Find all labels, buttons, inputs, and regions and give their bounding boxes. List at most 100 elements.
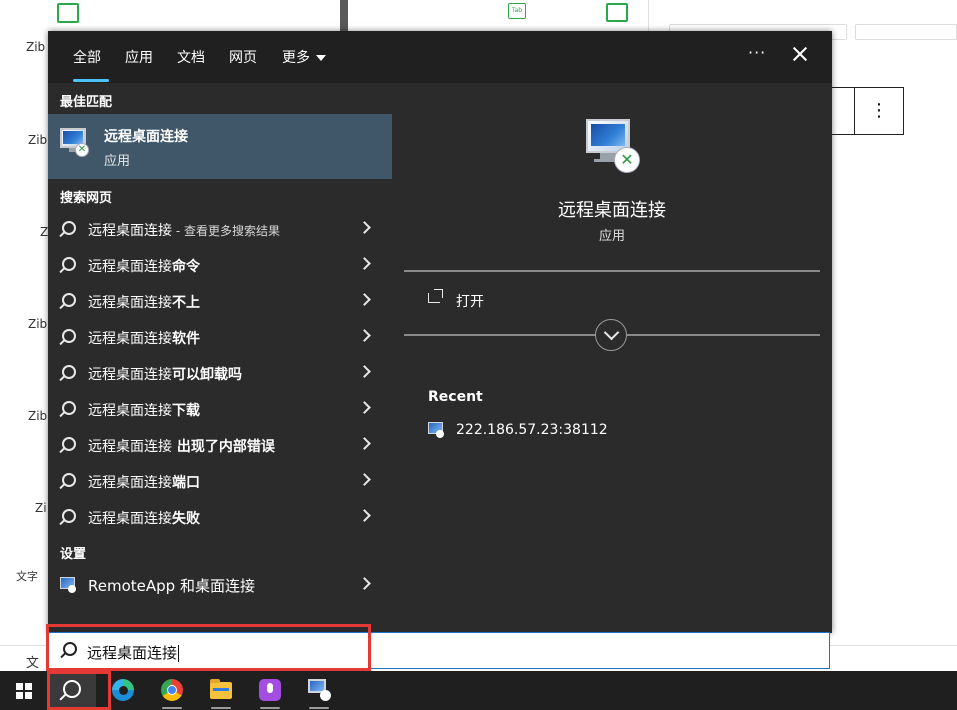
search-icon — [62, 257, 76, 271]
running-indicator — [260, 707, 280, 709]
remote-desktop-icon — [308, 679, 332, 703]
search-icon — [62, 401, 76, 415]
background-label: Zib — [26, 40, 46, 54]
background-input — [855, 24, 957, 40]
chevron-right-icon — [358, 365, 371, 378]
web-result-text: 远程桌面连接端口 — [88, 475, 200, 491]
results-list: 最佳匹配 ✕ 远程桌面连接 应用 搜索网页 远程桌面连接 - 查看更多搜索结果 … — [48, 83, 392, 633]
windows-logo-icon — [16, 683, 32, 699]
background-label: Zib — [28, 133, 48, 147]
chevron-right-icon — [358, 509, 371, 522]
running-indicator — [211, 707, 231, 709]
chevron-right-icon — [358, 221, 371, 234]
settings-result-label: RemoteApp 和桌面连接 — [88, 577, 255, 595]
chevron-right-icon — [358, 401, 371, 414]
tab-file-icon: Tab — [508, 3, 526, 19]
taskbar-voice-recorder[interactable] — [246, 671, 294, 710]
best-match-app-name: 远程桌面连接 — [104, 129, 188, 145]
taskbar-file-explorer[interactable] — [197, 671, 245, 710]
web-result-item[interactable]: 远程桌面连接端口 — [48, 463, 392, 499]
web-result-text: 远程桌面连接命令 — [88, 259, 200, 275]
recent-heading: Recent — [428, 389, 483, 405]
search-icon — [62, 437, 76, 451]
folder-icon — [210, 679, 232, 699]
highlight-box — [46, 624, 371, 671]
web-result-item[interactable]: 远程桌面连接软件 — [48, 319, 392, 355]
preview-divider — [404, 270, 820, 272]
running-indicator — [162, 707, 182, 709]
best-match-item[interactable]: ✕ 远程桌面连接 应用 — [48, 114, 392, 179]
web-result-item[interactable]: 远程桌面连接失败 — [48, 499, 392, 535]
chevron-down-icon — [316, 55, 326, 61]
running-indicator — [309, 707, 329, 709]
taskbar — [0, 671, 957, 710]
background-text-label: 文字 — [16, 570, 38, 583]
close-icon[interactable] — [791, 45, 809, 63]
tab-all[interactable]: 全部 — [73, 47, 101, 67]
chevron-right-icon — [358, 257, 371, 270]
web-result-item[interactable]: 远程桌面连接命令 — [48, 247, 392, 283]
search-flyout: 全部 应用 文档 网页 更多 ··· 最佳匹配 ✕ 远程桌面连接 应用 搜索网页… — [48, 31, 832, 633]
background-label: Zib — [28, 409, 48, 423]
background-label: Z — [40, 225, 49, 239]
web-search-heading: 搜索网页 — [60, 191, 113, 206]
web-result-item[interactable]: 远程桌面连接下载 — [48, 391, 392, 427]
video-file-icon — [606, 3, 628, 22]
remote-desktop-small-icon — [428, 422, 444, 438]
chevron-right-icon — [358, 473, 371, 486]
tab-web[interactable]: 网页 — [229, 47, 257, 67]
best-match-heading: 最佳匹配 — [60, 95, 113, 110]
web-result-text: 远程桌面连接失败 — [88, 511, 200, 527]
preview-app-type: 应用 — [598, 229, 625, 244]
microphone-icon — [259, 679, 281, 701]
taskbar-chrome[interactable] — [148, 671, 196, 710]
highlight-box — [47, 671, 111, 710]
web-result-item[interactable]: 远程桌面连接可以卸载吗 — [48, 355, 392, 391]
search-icon — [62, 365, 76, 379]
search-icon — [62, 221, 76, 235]
web-result-item[interactable]: 远程桌面连接 出现了内部错误 — [48, 427, 392, 463]
open-icon — [428, 289, 443, 303]
background-label: Zib — [28, 317, 48, 331]
settings-heading: 设置 — [60, 547, 87, 562]
taskbar-remote-desktop[interactable] — [295, 671, 343, 710]
tab-apps[interactable]: 应用 — [125, 47, 153, 67]
active-tab-indicator — [73, 79, 109, 82]
tab-more-label: 更多 — [282, 50, 310, 66]
search-icon — [62, 329, 76, 343]
search-icon — [62, 473, 76, 487]
best-match-app-type: 应用 — [104, 154, 131, 169]
chevron-right-icon — [358, 293, 371, 306]
more-vertical-icon[interactable]: ⋮ — [854, 87, 904, 135]
background-bottom-label: 文 — [26, 656, 40, 671]
tab-more[interactable]: 更多 — [282, 47, 326, 67]
settings-result-item[interactable]: RemoteApp 和桌面连接 — [48, 567, 392, 603]
chevron-right-icon — [358, 577, 371, 590]
preview-app-name: 远程桌面连接 — [558, 200, 666, 221]
web-result-text: 远程桌面连接可以卸载吗 — [88, 367, 242, 383]
start-button[interactable] — [0, 671, 48, 710]
more-options-button[interactable]: ··· — [748, 43, 766, 62]
remoteapp-icon — [60, 577, 76, 593]
open-label: 打开 — [456, 294, 484, 310]
remote-desktop-large-icon: ✕ — [584, 117, 644, 177]
background-label: Zi — [35, 501, 47, 515]
web-result-item[interactable]: 远程桌面连接 - 查看更多搜索结果 — [48, 211, 392, 247]
web-result-text: 远程桌面连接 - 查看更多搜索结果 — [88, 223, 280, 239]
tab-documents[interactable]: 文档 — [177, 47, 205, 67]
preview-pane: ✕ 远程桌面连接 应用 打开 Recent 222.186.57.23:3811… — [404, 95, 820, 633]
open-action[interactable]: 打开 — [404, 281, 820, 321]
remote-desktop-icon: ✕ — [60, 128, 94, 162]
web-result-item[interactable]: 远程桌面连接不上 — [48, 283, 392, 319]
tab-icon-caption: Tab — [511, 7, 523, 14]
search-icon — [62, 509, 76, 523]
edge-icon — [112, 679, 134, 701]
chevron-right-icon — [358, 329, 371, 342]
chevron-right-icon — [358, 437, 371, 450]
recent-item[interactable]: 222.186.57.23:38112 — [428, 419, 808, 443]
web-result-text: 远程桌面连接下载 — [88, 403, 200, 419]
web-result-text: 远程桌面连接 出现了内部错误 — [88, 439, 275, 455]
web-result-text: 远程桌面连接不上 — [88, 295, 200, 311]
expand-button[interactable] — [595, 319, 627, 351]
chrome-icon — [161, 679, 183, 701]
